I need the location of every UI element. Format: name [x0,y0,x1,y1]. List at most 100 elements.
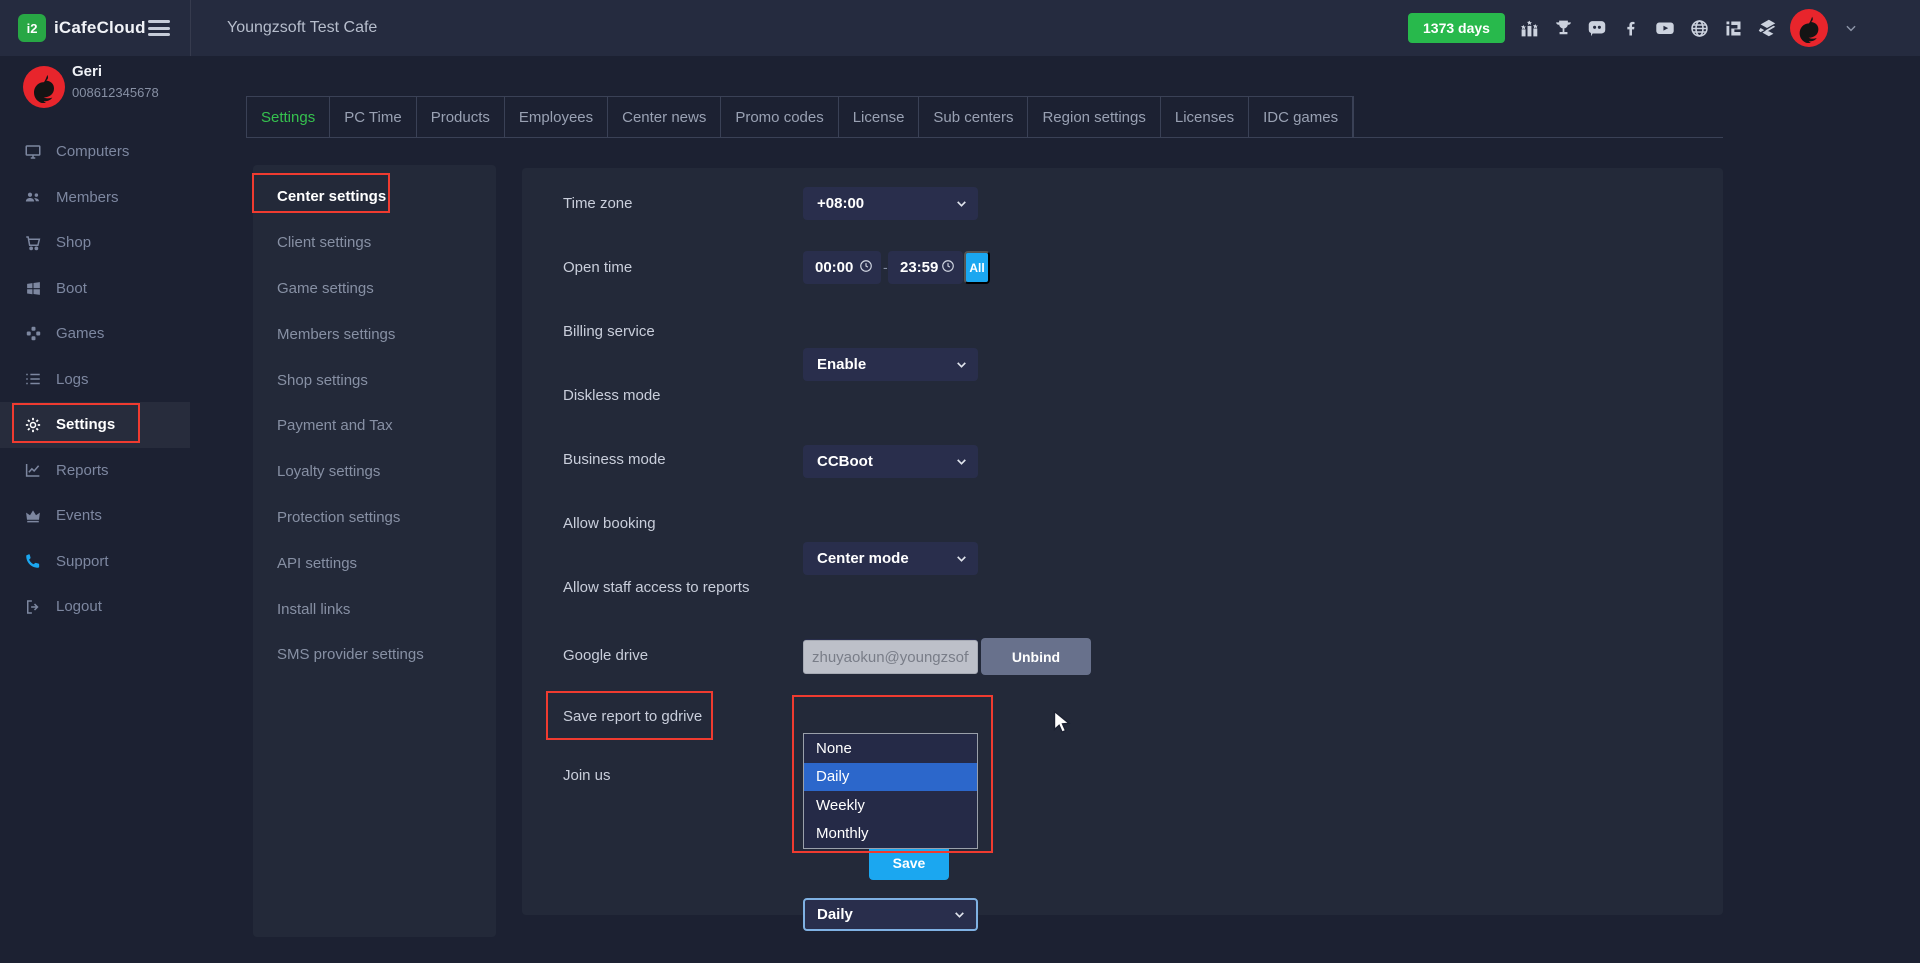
cart-icon [24,234,42,252]
open-time-to-value: 23:59 [900,259,938,276]
sidebar-item-computers[interactable]: Computers [0,129,190,175]
days-remaining-badge[interactable]: 1373 days [1408,13,1505,43]
discord-icon[interactable] [1586,17,1608,39]
subnav-members-settings[interactable]: Members settings [277,311,477,357]
chevron-down-icon [953,908,966,925]
tab-products[interactable]: Products [417,97,505,137]
tabbar-extension-line [1258,137,1723,138]
billing-service-select[interactable]: Enable [803,348,978,381]
sidebar-item-settings[interactable]: Settings [0,402,190,448]
open-time-from-input[interactable]: 00:00 [803,251,881,284]
trophy-icon[interactable] [1552,17,1574,39]
business-mode-value: Center mode [817,550,909,567]
gamepad-icon [24,325,42,343]
windows-icon [24,279,42,297]
sidebar-item-label: Logs [56,371,89,388]
subnav-shop-settings[interactable]: Shop settings [277,357,477,403]
billing-service-value: Enable [817,356,866,373]
join-us-label: Join us [563,759,611,792]
subnav-install-links[interactable]: Install links [277,586,477,632]
subnav-client-settings[interactable]: Client settings [277,220,477,266]
sidebar-item-label: Settings [56,416,115,433]
avatar[interactable] [1790,9,1828,47]
tab-licenses[interactable]: Licenses [1161,97,1249,137]
open-time-to-input[interactable]: 23:59 [888,251,963,284]
tab-pc-time[interactable]: PC Time [330,97,417,137]
save-button[interactable]: Save [869,845,949,880]
tab-sub-centers[interactable]: Sub centers [919,97,1028,137]
open-time-from-value: 00:00 [815,259,853,276]
business-mode-select[interactable]: Center mode [803,542,978,575]
settings-form-panel [522,168,1723,915]
globe-icon[interactable] [1688,17,1710,39]
youtube-icon[interactable] [1654,17,1676,39]
layers-icon[interactable] [1756,17,1778,39]
settings-subnav: Center settings Client settings Game set… [277,174,477,678]
tab-center-news[interactable]: Center news [608,97,721,137]
time-zone-value: +08:00 [817,195,864,212]
open-time-label: Open time [563,251,632,284]
tab-license[interactable]: License [839,97,920,137]
allow-booking-label: Allow booking [563,507,656,540]
google-drive-account-input[interactable] [803,640,978,674]
sidebar-item-label: Computers [56,143,129,160]
time-zone-select[interactable]: +08:00 [803,187,978,220]
tab-employees[interactable]: Employees [505,97,608,137]
brand-name: iCafeCloud [54,0,146,56]
save-report-select[interactable]: Daily [803,898,978,931]
dropdown-option-daily[interactable]: Daily [804,763,977,792]
google-drive-label: Google drive [563,639,648,672]
sidebar-item-events[interactable]: Events [0,493,190,539]
page-title: Youngzsoft Test Cafe [227,0,377,56]
phone-icon [24,552,42,570]
clock-icon [941,259,955,277]
sidebar-item-boot[interactable]: Boot [0,266,190,312]
sidebar-item-label: Games [56,325,104,342]
subnav-loyalty-settings[interactable]: Loyalty settings [277,449,477,495]
chevron-down-icon [955,197,968,214]
topbar: i2 iCafeCloud Youngzsoft Test Cafe 1373 … [0,0,1920,56]
sidebar-item-support[interactable]: Support [0,539,190,585]
subnav-sms-provider-settings[interactable]: SMS provider settings [277,632,477,678]
sidebar-item-shop[interactable]: Shop [0,220,190,266]
topbar-icons [1518,0,1862,56]
unbind-button[interactable]: Unbind [981,638,1091,675]
subnav-payment-and-tax[interactable]: Payment and Tax [277,403,477,449]
list-icon [24,370,42,388]
monitor-icon [24,143,42,161]
diskless-mode-value: CCBoot [817,453,873,470]
dropdown-option-monthly[interactable]: Monthly [804,820,977,849]
tab-settings[interactable]: Settings [247,97,330,137]
business-mode-label: Business mode [563,443,666,476]
hamburger-menu-icon[interactable] [148,18,170,38]
sidebar-item-members[interactable]: Members [0,175,190,221]
ranking-icon[interactable] [1518,17,1540,39]
facebook-icon[interactable] [1620,17,1642,39]
subnav-api-settings[interactable]: API settings [277,540,477,586]
sidebar-item-logs[interactable]: Logs [0,357,190,403]
staff-reports-label: Allow staff access to reports [563,571,749,604]
user-avatar[interactable] [23,66,65,108]
tab-promo-codes[interactable]: Promo codes [721,97,838,137]
chevron-down-icon[interactable] [1840,17,1862,39]
sidebar-item-logout[interactable]: Logout [0,584,190,630]
diskless-mode-select[interactable]: CCBoot [803,445,978,478]
sidebar-item-label: Logout [56,598,102,615]
open-time-all-button[interactable]: All [964,251,990,284]
time-zone-label: Time zone [563,187,632,220]
sidebar-item-reports[interactable]: Reports [0,448,190,494]
chart-icon [24,461,42,479]
tab-idc-games[interactable]: IDC games [1249,97,1353,137]
dropdown-option-none[interactable]: None [804,734,977,763]
save-report-dropdown: None Daily Weekly Monthly [803,733,978,849]
dropdown-option-weekly[interactable]: Weekly [804,791,977,820]
subnav-protection-settings[interactable]: Protection settings [277,495,477,541]
sidebar-item-label: Shop [56,234,91,251]
save-report-value: Daily [817,906,853,923]
tab-region-settings[interactable]: Region settings [1028,97,1160,137]
app-root: i2 iCafeCloud Youngzsoft Test Cafe 1373 … [0,0,1920,963]
subnav-center-settings[interactable]: Center settings [277,174,477,220]
icafecloud-icon[interactable] [1722,17,1744,39]
sidebar-item-games[interactable]: Games [0,311,190,357]
subnav-game-settings[interactable]: Game settings [277,266,477,312]
